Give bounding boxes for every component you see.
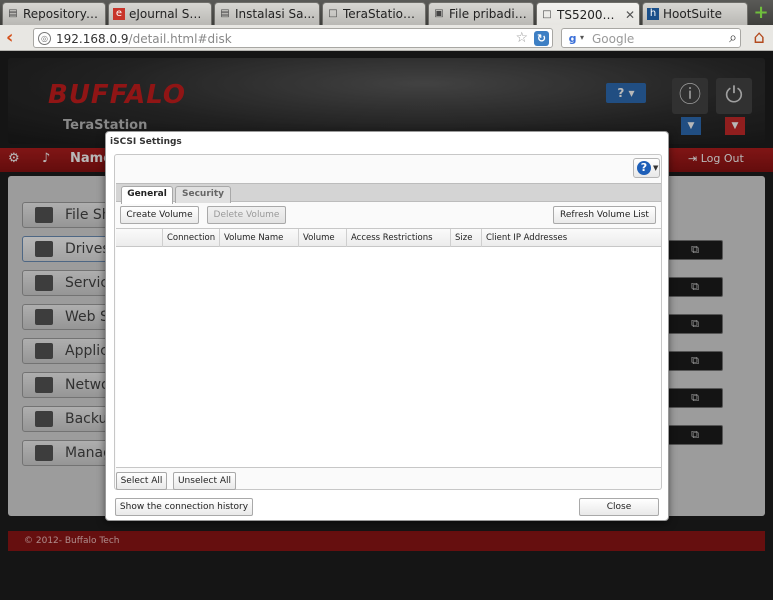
address-bar[interactable]: ◎ 192.168.0.9/detail.html#disk ☆ ↻ (33, 28, 553, 48)
ejournal-icon: e (113, 8, 125, 20)
create-volume-button[interactable]: Create Volume (120, 206, 199, 224)
dialog-body: ? ▼ General Security Create Volume Delet… (114, 154, 662, 490)
select-all-button[interactable]: Select All (116, 472, 167, 490)
column-header-connection[interactable]: Connection (162, 229, 219, 247)
url-host: 192.168.0.9 (56, 32, 129, 46)
browser-tab[interactable]: h HootSuite (642, 2, 748, 25)
tab-general[interactable]: General (121, 186, 173, 204)
search-icon[interactable]: ⌕ (729, 30, 737, 46)
browser-tab[interactable]: ▤ Repository: ... (2, 2, 106, 25)
dialog-tab-strip: General Security (116, 183, 661, 204)
unselect-all-button[interactable]: Unselect All (173, 472, 236, 490)
browser-tab-bar: ▤ Repository: ... e eJournal STK... ▤ Insta… (0, 0, 773, 26)
iscsi-settings-dialog: iSCSI Settings ? ▼ General Security Crea… (105, 131, 669, 521)
url-text: 192.168.0.9/detail.html#disk (56, 32, 232, 46)
page-icon: □ (542, 8, 552, 20)
chevron-down-icon: ▼ (653, 164, 659, 172)
new-tab-icon[interactable]: + (752, 4, 770, 22)
chevron-down-icon[interactable]: ▾ (580, 33, 584, 42)
column-header-volume[interactable]: Volume (298, 229, 346, 247)
column-header-select[interactable] (116, 229, 162, 247)
tab-security[interactable]: Security (175, 186, 231, 203)
browser-tab-active[interactable]: □ TS5200D4...✕ (536, 2, 640, 26)
folder-icon: ▤ (220, 8, 230, 19)
hootsuite-icon: h (647, 8, 659, 20)
show-connection-history-button[interactable]: Show the connection history (115, 498, 253, 516)
home-icon[interactable]: ⌂ (748, 27, 770, 49)
help-icon: ? (637, 161, 651, 175)
close-button[interactable]: Close (579, 498, 659, 516)
column-header-volume-name[interactable]: Volume Name (219, 229, 298, 247)
site-icon: ▣ (434, 8, 444, 19)
tab-title: TS5200D4... (557, 7, 622, 22)
browser-tab[interactable]: □ TeraStation -... (322, 2, 426, 25)
tab-title: HootSuite (663, 7, 723, 21)
delete-volume-button[interactable]: Delete Volume (207, 206, 286, 224)
dialog-title: iSCSI Settings (110, 137, 182, 147)
column-header-client-ip-addresses[interactable]: Client IP Addresses (481, 229, 661, 247)
refresh-volume-list-button[interactable]: Refresh Volume List (553, 206, 656, 224)
close-icon[interactable]: ✕ (625, 8, 635, 22)
page-icon: □ (328, 8, 338, 19)
globe-icon: ◎ (38, 32, 51, 45)
tab-title: Instalasi Sa... (235, 7, 315, 21)
reload-icon[interactable]: ↻ (534, 31, 549, 46)
column-header-access-restrictions[interactable]: Access Restrictions (346, 229, 450, 247)
search-placeholder: Google (592, 32, 635, 46)
search-box[interactable]: g ▾ Google ⌕ (561, 28, 741, 48)
help-button[interactable]: ? ▼ (633, 158, 660, 178)
tab-title: TeraStation -... (343, 7, 421, 21)
folder-icon: ▤ (8, 8, 18, 19)
table-header: Connection Volume Name Volume Access Res… (116, 229, 661, 247)
browser-tab[interactable]: ▤ Instalasi Sa... (214, 2, 320, 25)
tab-title: File pribadi s... (449, 7, 529, 21)
column-header-size[interactable]: Size (450, 229, 481, 247)
browser-nav-bar: ‹ ◎ 192.168.0.9/detail.html#disk ☆ ↻ g ▾… (0, 25, 773, 51)
google-icon: g (568, 32, 577, 45)
volume-table: Connection Volume Name Volume Access Res… (116, 228, 661, 468)
tab-title: eJournal STK... (129, 7, 207, 21)
browser-tab[interactable]: ▣ File pribadi s... (428, 2, 534, 25)
tab-title: Repository: ... (23, 7, 101, 21)
browser-tab[interactable]: e eJournal STK... (108, 2, 212, 25)
back-arrow-icon[interactable]: ‹ (6, 29, 22, 47)
url-path: /detail.html#disk (128, 32, 232, 46)
bookmark-star-icon[interactable]: ☆ (515, 30, 528, 46)
